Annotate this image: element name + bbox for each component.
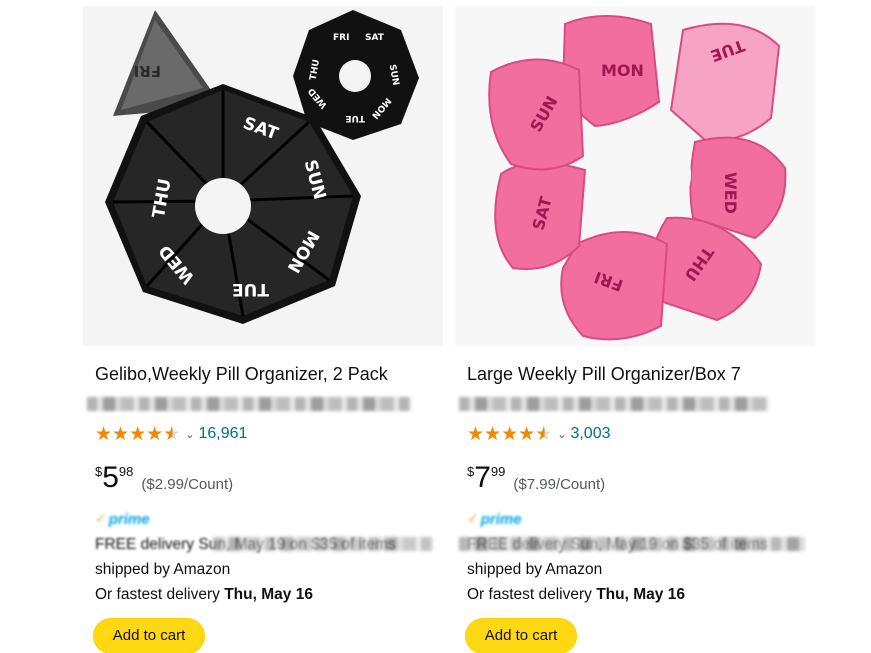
price-whole: 7 <box>474 461 491 494</box>
add-to-cart-button[interactable]: Add to cart <box>465 618 577 653</box>
price-fraction: 99 <box>490 464 506 479</box>
star-full-icon: ★ <box>467 422 485 445</box>
star-half-icon: ★ <box>163 422 181 445</box>
delivery-info-line2: shipped by Amazon <box>95 561 231 578</box>
star-full-icon: ★ <box>95 422 113 445</box>
fastest-delivery-label: Or fastest delivery <box>95 586 225 603</box>
rating-row[interactable]: ★ ★ ★ ★ ★ ⌄ 16,961 <box>95 424 247 444</box>
star-rating[interactable]: ★ ★ ★ ★ ★ <box>95 422 181 445</box>
fastest-delivery: Or fastest delivery Thu, May 16 <box>95 586 435 604</box>
prime-label: prime <box>480 510 522 528</box>
rating-row[interactable]: ★ ★ ★ ★ ★ ⌄ 3,003 <box>467 424 611 444</box>
price-per-unit: ($2.99/Count) <box>141 476 234 493</box>
product-image[interactable]: MON TUE WED THU FRI SAT SUN <box>455 6 815 346</box>
fastest-delivery: Or fastest delivery Thu, May 16 <box>467 586 807 604</box>
prime-badge: ✓ prime <box>467 510 522 528</box>
add-to-cart-button[interactable]: Add to cart <box>93 618 205 653</box>
delivery-info-line2: shipped by Amazon <box>467 561 603 578</box>
price-currency: $ <box>467 464 475 479</box>
day-label: WED <box>721 172 740 214</box>
price-currency: $ <box>95 464 103 479</box>
obscured-text <box>213 537 433 551</box>
product-image[interactable]: FRI SAT SUN MON TUE WED THU FRI SAT SUN … <box>83 6 443 346</box>
star-full-icon: ★ <box>518 422 536 445</box>
day-label-small: FRI <box>333 33 349 43</box>
day-label: TUE <box>232 279 269 299</box>
obscured-text <box>459 537 805 551</box>
product-card[interactable]: FRI SAT SUN MON TUE WED THU FRI SAT SUN … <box>83 6 443 653</box>
star-full-icon: ★ <box>484 422 502 445</box>
prime-label: prime <box>108 510 150 528</box>
fastest-delivery-date: Thu, May 16 <box>596 586 685 603</box>
prime-check-icon: ✓ <box>467 511 479 527</box>
star-half-icon: ★ <box>535 422 553 445</box>
day-label-small: SAT <box>365 33 385 43</box>
price[interactable]: $ 7 99 ($7.99/Count) <box>467 462 605 494</box>
product-card[interactable]: MON TUE WED THU FRI SAT SUN Large Weekly… <box>455 6 815 653</box>
star-full-icon: ★ <box>112 422 130 445</box>
day-label-small: TUE <box>345 113 365 123</box>
star-full-icon: ★ <box>501 422 519 445</box>
pill-organizer-pink-image: MON TUE WED THU FRI SAT SUN <box>455 6 815 346</box>
lid-day-label: FRI <box>134 62 161 80</box>
price-whole: 5 <box>102 461 119 494</box>
prime-check-icon: ✓ <box>95 511 107 527</box>
fastest-delivery-date: Thu, May 16 <box>224 586 313 603</box>
chevron-down-icon[interactable]: ⌄ <box>185 428 194 441</box>
price-per-unit: ($7.99/Count) <box>513 476 606 493</box>
product-title-link[interactable]: Gelibo,Weekly Pill Organizer, 2 Pack <box>95 363 435 385</box>
price-fraction: 98 <box>118 464 134 479</box>
star-full-icon: ★ <box>146 422 164 445</box>
review-count-link[interactable]: 3,003 <box>570 425 610 443</box>
fastest-delivery-label: Or fastest delivery <box>467 586 597 603</box>
pill-organizer-black-image: FRI SAT SUN MON TUE WED THU FRI SAT SUN … <box>83 6 443 346</box>
obscured-text <box>459 397 769 411</box>
price[interactable]: $ 5 98 ($2.99/Count) <box>95 462 233 494</box>
obscured-text <box>87 397 411 411</box>
review-count-link[interactable]: 16,961 <box>198 425 247 443</box>
star-full-icon: ★ <box>129 422 147 445</box>
product-title-link[interactable]: Large Weekly Pill Organizer/Box 7 <box>467 363 807 385</box>
day-label: MON <box>601 61 644 80</box>
chevron-down-icon[interactable]: ⌄ <box>557 428 566 441</box>
star-rating[interactable]: ★ ★ ★ ★ ★ <box>467 422 553 445</box>
prime-badge: ✓ prime <box>95 510 150 528</box>
